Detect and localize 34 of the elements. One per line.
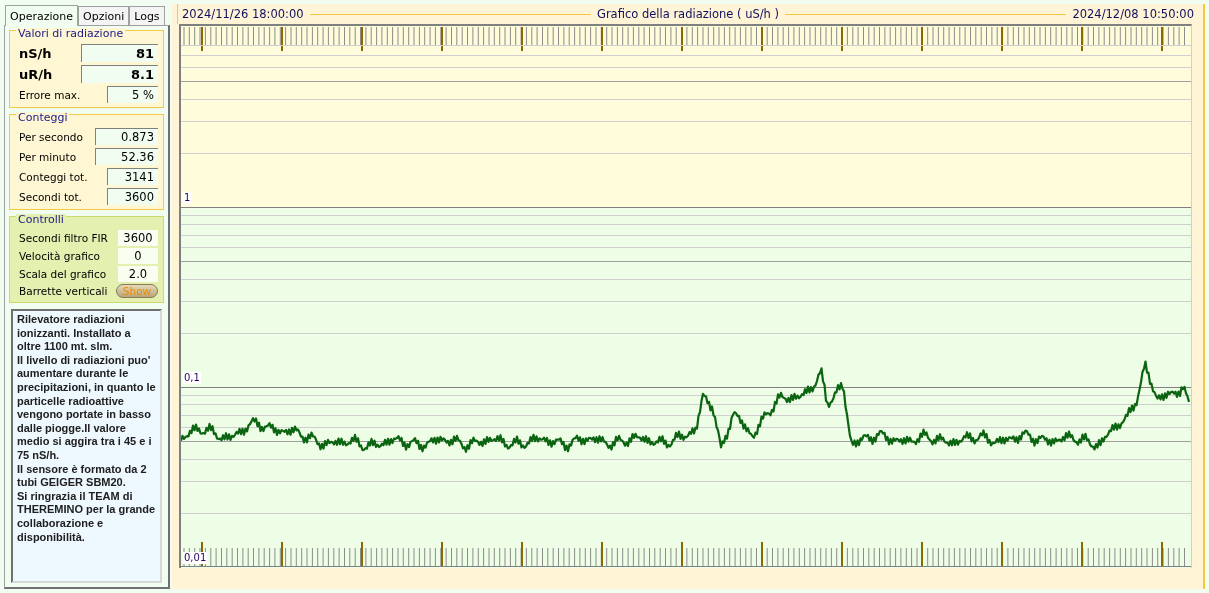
field-label: uR/h [19,66,53,82]
value-field[interactable]: 2.0 [118,266,158,282]
field-label: Secondi filtro FIR [19,232,108,244]
group-title: Valori di radiazione [16,28,126,40]
end-time: 2024/12/08 10:50:00 [1072,7,1194,21]
value-field: 3141 [107,168,158,185]
axis-label: 1 [183,192,192,204]
field-label: Secondi tot. [19,190,82,203]
value-field: 0.873 [95,128,158,145]
field-label: Errore max. [19,88,81,101]
field-label: Scala del grafico [19,268,107,280]
tab[interactable]: Operazione [5,5,78,26]
axis-label: 0,1 [183,372,201,384]
chart-title: Grafico della radiazione ( uS/h ) [596,7,780,21]
tab[interactable]: Opzioni [78,6,130,25]
axis-label: 0,01 [183,552,208,564]
value-field: 81 [81,44,158,62]
value-field[interactable]: 3600 [118,230,158,246]
group-title: Conteggi [16,112,70,124]
group-title: Controlli [16,214,66,226]
field-label: Barrette verticali [19,285,108,297]
value-field: 3600 [107,188,158,205]
field-label: nS/h [19,45,52,61]
value-field: 52.36 [95,148,158,165]
value-field[interactable]: 0 [118,248,158,264]
field-label: Per minuto [19,150,77,163]
notes-text: Rilevatore radiazioni ionizzanti. Installato a oltre 1100 mt. slm. Il livello di radiazioni puo' aumentare durante le precipitazioni, in quanto le particelle radioattive vengono portate in basso dalle piogge.Il valore medio si aggira tra i 45 e i 75 nS/h. Il sensore è formato da 2 tubi GEIGER SBM20. Si ringrazia il TEAM di THEREMINO per la grande collaborazione e disponibilità. [11,309,162,583]
field-label: Per secondo [19,130,83,143]
value-field: 8.1 [81,65,158,83]
field-label: Velocità grafico [19,250,100,262]
start-time: 2024/11/26 18:00:00 [182,7,304,21]
tab[interactable]: Logs [129,6,165,25]
value-field: 5 % [107,86,158,103]
field-label: Conteggi tot. [19,170,88,183]
